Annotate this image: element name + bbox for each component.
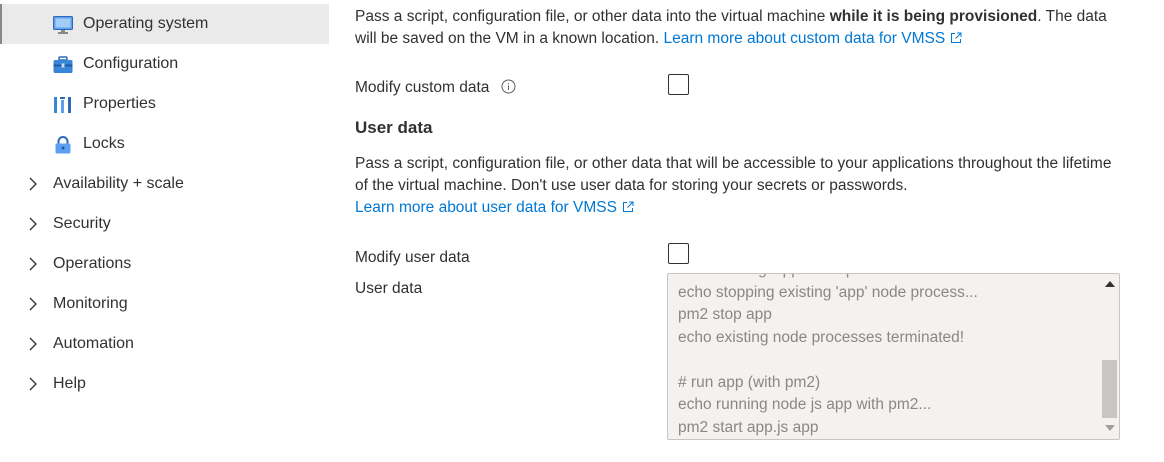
sidebar-group-automation[interactable]: Automation	[0, 324, 329, 364]
sidebar-group-operations[interactable]: Operations	[0, 244, 329, 284]
sidebar-nav: Operating system Configuration Propertie…	[0, 0, 330, 462]
textarea-line: pm2 start app.js app	[678, 418, 819, 436]
textarea-line: pm2 stop app	[678, 306, 772, 323]
sidebar-group-label: Security	[53, 215, 111, 232]
chevron-right-icon	[29, 377, 37, 391]
chevron-right-icon	[29, 257, 37, 271]
sidebar-group-label: Monitoring	[53, 295, 128, 312]
sidebar-item-operating-system[interactable]: Operating system	[0, 4, 329, 44]
user-data-section-title: User data	[355, 118, 433, 137]
external-link-icon	[622, 201, 634, 212]
chevron-right-icon	[29, 177, 37, 191]
sidebar-group-label: Operations	[53, 255, 132, 272]
textarea-line	[678, 349, 1098, 372]
textarea-line: # run app (with pm2)	[678, 373, 821, 391]
modify-custom-data-text: Modify custom data	[355, 79, 490, 96]
sidebar-item-label: Configuration	[83, 55, 179, 72]
sidebar-group-label: Automation	[53, 335, 134, 352]
sidebar-group-label: Help	[53, 375, 86, 392]
sidebar-group-security[interactable]: Security	[0, 204, 329, 244]
modify-user-data-label: Modify user data	[355, 249, 470, 266]
sidebar-item-properties[interactable]: Properties	[0, 84, 329, 124]
scroll-up-arrow-icon[interactable]	[1105, 281, 1115, 287]
sidebar-group-label: Availability + scale	[53, 175, 184, 192]
learn-more-user-data-label: Learn more about user data for VMSS	[355, 199, 617, 216]
learn-more-custom-data-link[interactable]: Learn more about custom data for VMSS	[663, 30, 962, 47]
chevron-right-icon	[29, 337, 37, 351]
user-data-textarea[interactable]: echo starting 'app' node process... echo…	[667, 273, 1120, 440]
selection-indicator	[0, 4, 2, 44]
modify-custom-data-label: Modify custom data	[355, 79, 516, 97]
textarea-scrollbar[interactable]	[1101, 274, 1119, 439]
chevron-right-icon	[29, 217, 37, 231]
lock-icon	[55, 136, 71, 154]
sidebar-group-availability-scale[interactable]: Availability + scale	[0, 164, 329, 204]
sidebar-item-label: Properties	[83, 95, 156, 112]
sidebar-item-label: Locks	[83, 135, 125, 152]
properties-bars-icon	[54, 97, 71, 113]
user-data-description: Pass a script, configuration file, or ot…	[355, 153, 1125, 219]
learn-more-user-data-link[interactable]: Learn more about user data for VMSS	[355, 199, 634, 216]
scroll-down-arrow-icon[interactable]	[1105, 425, 1115, 431]
custom-data-description: Pass a script, configuration file, or ot…	[355, 6, 1125, 50]
user-data-description-text: Pass a script, configuration file, or ot…	[355, 155, 1112, 194]
textarea-line: echo running node js app with pm2...	[678, 396, 932, 413]
custom-data-description-text: Pass a script, configuration file, or ot…	[355, 8, 830, 25]
user-data-textarea-content: echo starting 'app' node process... echo…	[678, 274, 1098, 439]
toolbox-icon	[53, 56, 73, 73]
modify-custom-data-checkbox[interactable]	[668, 74, 689, 95]
sidebar-group-help[interactable]: Help	[0, 364, 329, 404]
textarea-line: echo stopping existing 'app' node proces…	[678, 283, 978, 301]
chevron-right-icon	[29, 297, 37, 311]
monitor-icon	[53, 16, 73, 34]
info-icon[interactable]	[501, 79, 516, 94]
scrollbar-thumb[interactable]	[1102, 360, 1117, 418]
external-link-icon	[951, 32, 962, 43]
textarea-line: echo starting 'app' node process...	[678, 274, 1098, 282]
sidebar-item-locks[interactable]: Locks	[0, 124, 329, 164]
sidebar-item-configuration[interactable]: Configuration	[0, 44, 329, 84]
custom-data-description-bold: while it is being provisioned	[829, 8, 1038, 25]
textarea-line: echo existing node processes terminated!	[678, 328, 965, 346]
modify-user-data-checkbox[interactable]	[668, 243, 689, 264]
sidebar-group-monitoring[interactable]: Monitoring	[0, 284, 329, 324]
learn-more-custom-data-label: Learn more about custom data for VMSS	[663, 30, 946, 47]
user-data-field-label: User data	[355, 280, 423, 297]
sidebar-item-label: Operating system	[83, 15, 209, 32]
